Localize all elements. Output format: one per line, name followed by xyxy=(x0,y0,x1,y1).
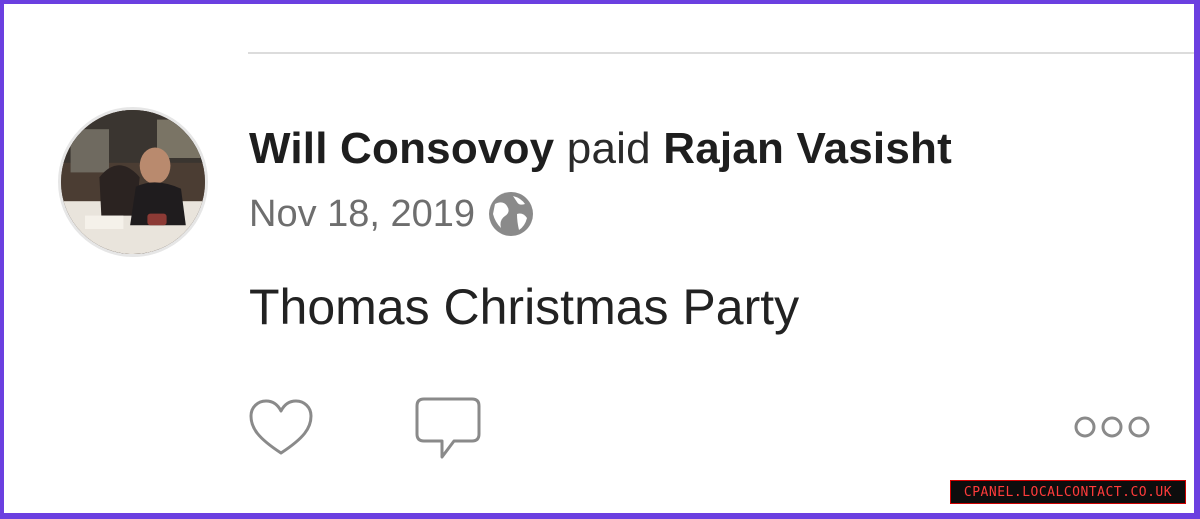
heart-icon[interactable] xyxy=(248,398,314,458)
transaction-verb: paid xyxy=(566,124,651,173)
more-options-icon[interactable] xyxy=(1072,414,1152,440)
globe-icon xyxy=(489,192,534,236)
avatar[interactable] xyxy=(58,107,208,257)
transaction-meta: Nov 18, 2019 xyxy=(249,190,535,238)
transaction-date: Nov 18, 2019 xyxy=(249,192,476,235)
avatar-photo xyxy=(61,110,205,254)
feed-item-card: Will Consovoy paid Rajan Vasisht Nov 18,… xyxy=(4,4,1194,513)
payee-name[interactable]: Rajan Vasisht xyxy=(663,124,952,173)
payer-name[interactable]: Will Consovoy xyxy=(249,124,554,173)
top-divider xyxy=(248,52,1194,54)
watermark-label: CPANEL.LOCALCONTACT.CO.UK xyxy=(950,480,1186,504)
transaction-title: Will Consovoy paid Rajan Vasisht xyxy=(249,124,952,174)
comment-icon[interactable] xyxy=(414,396,482,462)
payment-note: Thomas Christmas Party xyxy=(249,279,800,335)
